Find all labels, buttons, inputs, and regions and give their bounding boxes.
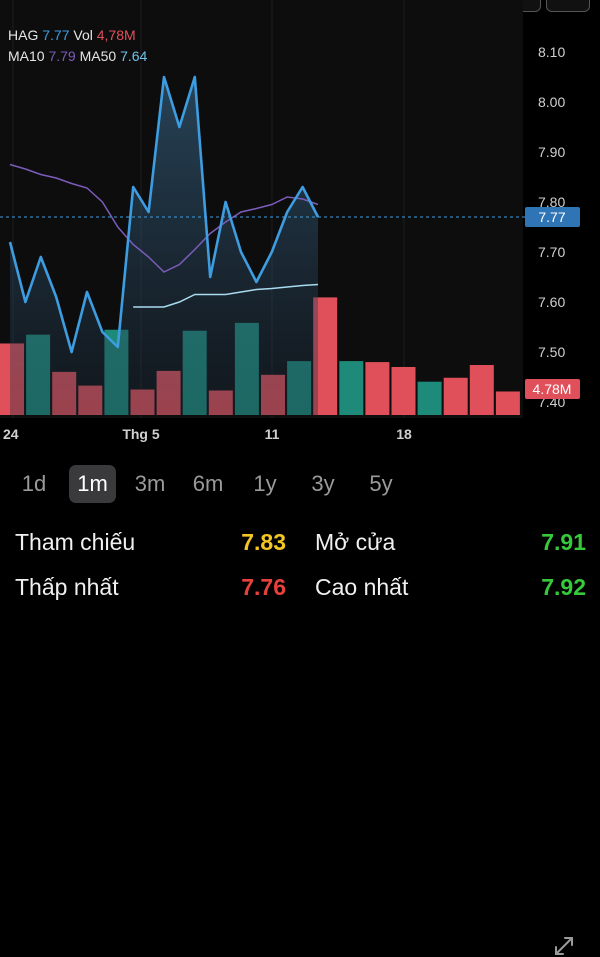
legend-moving-averages: MA10 7.79 MA50 7.64 xyxy=(8,48,147,64)
current-volume-tag-label: 4.78M xyxy=(533,381,572,397)
x-tick-label: 11 xyxy=(265,426,280,442)
open-price-label: Mở cửa xyxy=(315,529,396,555)
open-price-value: 7.91 xyxy=(541,529,586,555)
y-tick-label: 7.50 xyxy=(538,344,565,360)
price-value: 7.77 xyxy=(42,27,70,43)
volume-bar xyxy=(495,391,520,415)
current-price-tag-label: 7.77 xyxy=(538,209,565,225)
ma10-label: MA10 xyxy=(8,48,45,64)
timeframe-3y[interactable]: 3y xyxy=(300,465,346,503)
high-price-value: 7.92 xyxy=(541,574,586,600)
timeframe-5y[interactable]: 5y xyxy=(358,465,404,503)
volume-bar xyxy=(365,362,390,415)
y-tick-label: 7.60 xyxy=(538,294,565,310)
x-tick-label: 24 xyxy=(3,426,19,442)
ticker-label: HAG xyxy=(8,27,39,43)
low-price-label: Thấp nhất xyxy=(15,574,119,600)
x-tick-label: 18 xyxy=(396,426,412,442)
legend-price-volume: HAG 7.77 Vol 4,78M xyxy=(8,27,136,43)
volume-bar xyxy=(417,381,442,415)
x-tick-label: Thg 5 xyxy=(122,426,160,442)
volume-label: Vol xyxy=(73,27,93,43)
expand-icon[interactable] xyxy=(553,935,575,957)
timeframe-1m[interactable]: 1m xyxy=(69,465,116,503)
low-price-value: 7.76 xyxy=(241,574,286,600)
volume-bar xyxy=(469,365,494,415)
timeframe-selector: 1d 1m 3m 6m 1y 3y 5y xyxy=(0,462,600,955)
price-chart[interactable]: 7.778.108.007.907.807.707.607.507.404.78… xyxy=(0,0,600,450)
ma50-value: 7.64 xyxy=(120,48,148,64)
reference-price-label: Tham chiếu xyxy=(15,529,136,555)
y-tick-label: 8.10 xyxy=(538,44,565,60)
timeframe-3m[interactable]: 3m xyxy=(127,465,173,503)
volume-bar xyxy=(391,366,416,415)
volume-bar xyxy=(443,377,468,415)
timeframe-1d[interactable]: 1d xyxy=(12,465,56,503)
y-tick-label: 7.80 xyxy=(538,194,565,210)
high-price-label: Cao nhất xyxy=(315,574,409,600)
ma10-value: 7.79 xyxy=(48,48,76,64)
reference-price-value: 7.83 xyxy=(241,529,286,555)
volume-value: 4,78M xyxy=(96,27,136,43)
timeframe-6m[interactable]: 6m xyxy=(185,465,231,503)
y-tick-label: 7.90 xyxy=(538,144,565,160)
timeframe-1y[interactable]: 1y xyxy=(243,465,287,503)
volume-bar xyxy=(339,361,364,415)
ma50-label: MA50 xyxy=(79,48,117,64)
y-tick-label: 7.70 xyxy=(538,244,565,260)
y-tick-label: 8.00 xyxy=(538,94,565,110)
